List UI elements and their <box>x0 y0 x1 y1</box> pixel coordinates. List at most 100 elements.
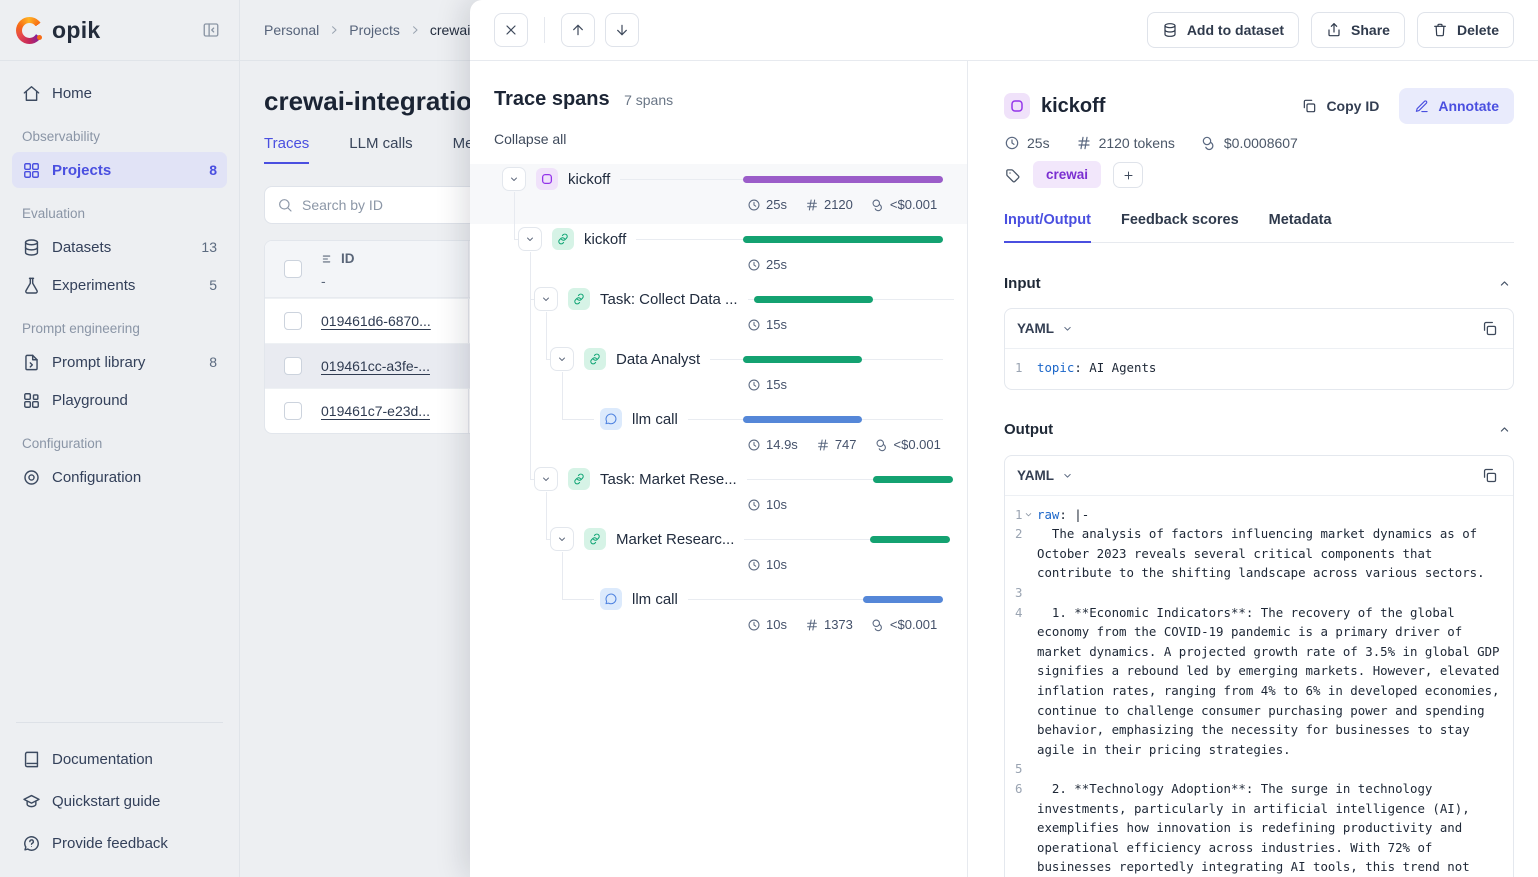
arrow-down-icon <box>614 22 630 38</box>
chain-link-icon <box>556 232 570 246</box>
line-number: 1 <box>1011 505 1037 525</box>
tab-traces[interactable]: Traces <box>264 135 309 164</box>
trace-id-link[interactable]: 019461cc-a3fe-... <box>321 358 430 374</box>
duration-bar-track <box>754 284 954 314</box>
input-collapse-button[interactable] <box>1494 273 1514 293</box>
sidebar-collapse-button[interactable] <box>199 18 223 42</box>
format-select[interactable]: YAML <box>1017 321 1074 336</box>
chevron-right-icon <box>327 23 341 37</box>
close-button[interactable] <box>494 13 528 47</box>
chevron-up-icon <box>1497 276 1512 291</box>
span-name: llm call <box>632 411 678 428</box>
sidebar-item-quickstart-guide[interactable]: Quickstart guide <box>12 781 227 821</box>
tree-elbow-line <box>546 359 550 360</box>
tab-input-output[interactable]: Input/Output <box>1004 212 1091 243</box>
sidebar-item-documentation[interactable]: Documentation <box>12 739 227 779</box>
annotate-button[interactable]: Annotate <box>1399 88 1514 124</box>
breadcrumb-item[interactable]: Personal <box>264 22 319 38</box>
tree-elbow-line <box>562 419 594 420</box>
span-collapse-button[interactable] <box>534 467 558 491</box>
clock-icon <box>747 378 761 392</box>
row-checkbox[interactable] <box>284 402 302 420</box>
sidebar-item-playground[interactable]: Playground <box>12 382 227 418</box>
tab-feedback-scores[interactable]: Feedback scores <box>1121 212 1239 242</box>
breadcrumb-item[interactable]: Projects <box>349 22 400 38</box>
sidebar-item-datasets[interactable]: Datasets13 <box>12 229 227 265</box>
format-select[interactable]: YAML <box>1017 468 1074 483</box>
arrow-up-icon <box>570 22 586 38</box>
detail-tabs: Input/Output Feedback scores Metadata <box>1004 212 1514 243</box>
playground-grid-icon <box>22 391 41 410</box>
tokens-stat: 2120 tokens <box>1076 135 1175 151</box>
span-stats: 14.9s747<$0.001 <box>747 437 941 452</box>
duration-stat: 25s <box>747 257 787 272</box>
trace-span-row-kickoff-1[interactable]: kickoff25s <box>470 224 967 284</box>
span-collapse-button[interactable] <box>534 287 558 311</box>
tag-chip[interactable]: crewai <box>1033 161 1101 188</box>
checkbox-column <box>265 241 321 297</box>
delete-button[interactable]: Delete <box>1417 12 1514 48</box>
duration-stat-value: 15s <box>766 377 787 392</box>
next-trace-button[interactable] <box>605 13 639 47</box>
duration-bar <box>863 596 943 603</box>
trace-id-link[interactable]: 019461c7-e23d... <box>321 403 430 419</box>
span-collapse-button[interactable] <box>502 167 526 191</box>
copy-code-button[interactable] <box>1477 463 1501 487</box>
duration-bar-track <box>743 344 943 374</box>
previous-trace-button[interactable] <box>561 13 595 47</box>
fold-chevron-icon[interactable] <box>1023 509 1034 520</box>
output-section-header: Output <box>1004 420 1514 440</box>
span-tree: kickoff25s2120<$0.001kickoff25sTask: Col… <box>470 164 967 644</box>
input-code: 1topic: AI Agents <box>1005 349 1513 389</box>
sidebar-item-prompt-library[interactable]: Prompt library 8 <box>12 344 227 380</box>
span-collapse-button[interactable] <box>550 527 574 551</box>
tags-row: crewai <box>1004 162 1514 188</box>
sidebar-item-count: 8 <box>209 354 217 370</box>
trace-span-row-task-market-rese-5[interactable]: Task: Market Rese...10s <box>470 464 967 524</box>
tree-elbow-line <box>562 599 594 600</box>
line-number: 6 <box>1011 779 1037 877</box>
span-collapse-button[interactable] <box>518 227 542 251</box>
span-stats: 25s <box>747 257 787 272</box>
select-all-checkbox[interactable] <box>284 260 302 278</box>
code-line: 4 1. **Economic Indicators**: The recove… <box>1011 603 1505 760</box>
trace-span-row-llm-call-4[interactable]: llm call 14.9s747<$0.001 <box>470 404 967 464</box>
trace-span-row-task-collect-data-2[interactable]: Task: Collect Data ...15s <box>470 284 967 344</box>
checkbox-cell <box>265 344 321 388</box>
duration-stat: 10s <box>747 557 787 572</box>
trace-type-badge <box>1004 93 1030 119</box>
sidebar-item-projects[interactable]: Projects8 <box>12 152 227 188</box>
code-text: raw: |- <box>1037 505 1505 525</box>
tab-metadata[interactable]: Metadata <box>1269 212 1332 242</box>
trace-span-row-kickoff-0[interactable]: kickoff25s2120<$0.001 <box>470 164 967 224</box>
code-line: 1raw: |- <box>1011 505 1505 525</box>
trace-spans-title: Trace spans <box>494 88 610 110</box>
sidebar-item-home[interactable]: Home <box>12 75 227 111</box>
tab-llm-calls[interactable]: LLM calls <box>349 135 412 164</box>
trace-id-link[interactable]: 019461d6-6870... <box>321 313 431 329</box>
sidebar-item-configuration[interactable]: Configuration <box>12 459 227 495</box>
add-tag-button[interactable] <box>1113 162 1143 188</box>
add-to-dataset-button[interactable]: Add to dataset <box>1147 12 1299 48</box>
span-type-badge <box>568 468 590 490</box>
copy-code-button[interactable] <box>1477 317 1501 341</box>
coins-icon <box>1201 135 1217 151</box>
trace-span-row-data-analyst-3[interactable]: Data Analyst15s <box>470 344 967 404</box>
trace-span-row-market-researc-6[interactable]: Market Researc...10s <box>470 524 967 584</box>
share-button[interactable]: Share <box>1311 12 1405 48</box>
line-number: 2 <box>1011 524 1037 583</box>
collapse-all-button[interactable]: Collapse all <box>494 131 566 147</box>
row-checkbox[interactable] <box>284 357 302 375</box>
sidebar-item-label: Prompt library <box>52 354 145 371</box>
duration-stat: 14.9s <box>747 437 798 452</box>
copy-icon <box>1301 98 1317 114</box>
chevron-down-icon <box>524 233 536 245</box>
output-collapse-button[interactable] <box>1494 420 1514 440</box>
row-checkbox[interactable] <box>284 312 302 330</box>
trace-span-row-llm-call-7[interactable]: llm call10s1373<$0.001 <box>470 584 967 644</box>
sidebar-item-experiments[interactable]: Experiments5 <box>12 267 227 303</box>
line-number: 4 <box>1011 603 1037 760</box>
sidebar-item-provide-feedback[interactable]: Provide feedback <box>12 823 227 863</box>
span-collapse-button[interactable] <box>550 347 574 371</box>
copy-id-button[interactable]: Copy ID <box>1291 92 1389 120</box>
